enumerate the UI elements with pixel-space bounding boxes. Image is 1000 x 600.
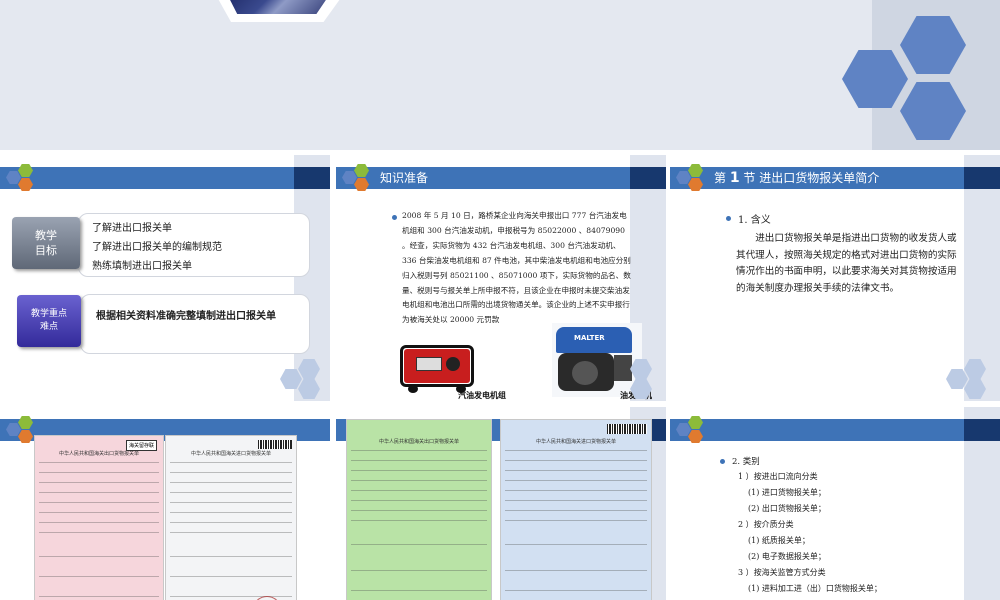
goal-label: 教学目标: [35, 229, 57, 257]
category-group: 1 ）按进出口流向分类: [738, 472, 818, 481]
goal-item: 了解进出口报关单的编制规范: [92, 242, 222, 253]
slide-knowledge-prep[interactable]: 知识准备 2008 年 5 月 10 日，路桥某企业向海关申报出口 777 台汽…: [336, 155, 666, 401]
slide-declaration-intro[interactable]: 第 1 节 进出口货物报关单简介 1. 含义 进出口货物报关单是指进出口货物的收…: [670, 155, 1000, 401]
slide-declaration-forms-1[interactable]: 中华人民共和国海关出口货物报关单 海关留存联 中华人民共和国海关进口货物报关单: [0, 407, 330, 600]
form-title: 中华人民共和国海关出口货物报关单: [378, 439, 459, 445]
import-declaration-form-image: 中华人民共和国海关进口货物报关单: [165, 435, 297, 600]
barcode-icon: [607, 424, 647, 434]
barcode-icon: [258, 440, 292, 449]
form-title: 中华人民共和国海关出口货物报关单: [58, 451, 139, 457]
slide-title-bar: 第 1 节 进出口货物报关单简介: [670, 167, 1000, 189]
top-thumbnail-image: [212, 0, 348, 22]
bullet-icon: [720, 459, 725, 464]
goal-label-badge: 教学目标: [12, 217, 80, 269]
slide-declaration-forms-2[interactable]: 中华人民共和国海关出口货物报关单 中华人民共和国海关进口货物报关单: [336, 407, 666, 600]
slide-title: 第 1 节 进出口货物报关单简介: [714, 169, 879, 187]
gasoline-engine-image: MALTER: [552, 323, 642, 397]
title-suffix: 节 进出口货物报关单简介: [743, 171, 880, 185]
category-item: (1) 进口货物报关单；: [748, 488, 826, 497]
gasoline-generator-image: [398, 343, 476, 393]
slide-title-bar: [0, 167, 330, 189]
bullet-icon: [392, 215, 397, 220]
slide-declaration-categories[interactable]: 2. 类别 1 ）按进出口流向分类 (1) 进口货物报关单； (2) 出口货物报关单…: [670, 407, 1000, 600]
slide-right-strip: [964, 407, 1000, 600]
category-item: (1) 进料加工进（出）口货物报关单；: [748, 584, 882, 593]
title-prefix: 第: [714, 171, 727, 185]
section-heading: 2. 类别: [732, 457, 760, 467]
top-slide-remnant: [0, 0, 1000, 150]
key-points-box: [80, 294, 310, 354]
goal-item: 熟练填制进出口报关单: [92, 261, 192, 272]
slide-title-bar: 知识准备: [336, 167, 666, 189]
category-group: 3 ）按海关监管方式分类: [738, 568, 826, 577]
import-declaration-form-image: 中华人民共和国海关进口货物报关单: [500, 419, 652, 600]
form-title: 中华人民共和国海关进口货物报关单: [190, 451, 271, 457]
bullet-icon: [726, 216, 731, 221]
case-paragraph: 2008 年 5 月 10 日，路桥某企业向海关申报出口 777 台汽油发电机组…: [402, 211, 631, 325]
title-number: 1: [729, 170, 740, 186]
form-title: 中华人民共和国海关进口货物报关单: [535, 439, 616, 445]
category-group: 2 ）按介质分类: [738, 520, 794, 529]
key-label-badge: 教学重点难点: [17, 295, 81, 347]
hexagon-logo-icon: [676, 163, 710, 193]
hexagon-logo-icon: [342, 163, 376, 193]
export-declaration-form-image: 中华人民共和国海关出口货物报关单: [346, 419, 492, 600]
definition-paragraph: 进出口货物报关单是指进出口货物的收发货人或其代理人，按照海关规定的格式对进出口货…: [736, 233, 957, 294]
hexagon-logo-icon: [676, 415, 710, 445]
key-text: 根据相关资料准确完整填制进出口报关单: [96, 311, 276, 322]
export-declaration-form-image: 中华人民共和国海关出口货物报关单 海关留存联: [34, 435, 164, 600]
slide-title: 知识准备: [380, 171, 429, 185]
caption-generator: 汽油发电机组: [458, 391, 506, 400]
key-label: 教学重点难点: [30, 309, 67, 332]
slide-teaching-goals[interactable]: 教学目标 了解进出口报关单 了解进出口报关单的编制规范 熟练填制进出口报关单 教…: [0, 155, 330, 401]
goal-item: 了解进出口报关单: [92, 223, 172, 234]
hexagon-logo-icon: [6, 163, 40, 193]
section-heading: 1. 含义: [738, 215, 771, 226]
category-item: (2) 出口货物报关单；: [748, 504, 826, 513]
engine-brand-label: MALTER: [574, 334, 605, 342]
form-tag: 海关留存联: [125, 440, 157, 451]
category-item: (1) 纸质报关单；: [748, 536, 810, 545]
slide-title-bar: [670, 419, 1000, 441]
category-item: (2) 电子数据报关单；: [748, 552, 826, 561]
